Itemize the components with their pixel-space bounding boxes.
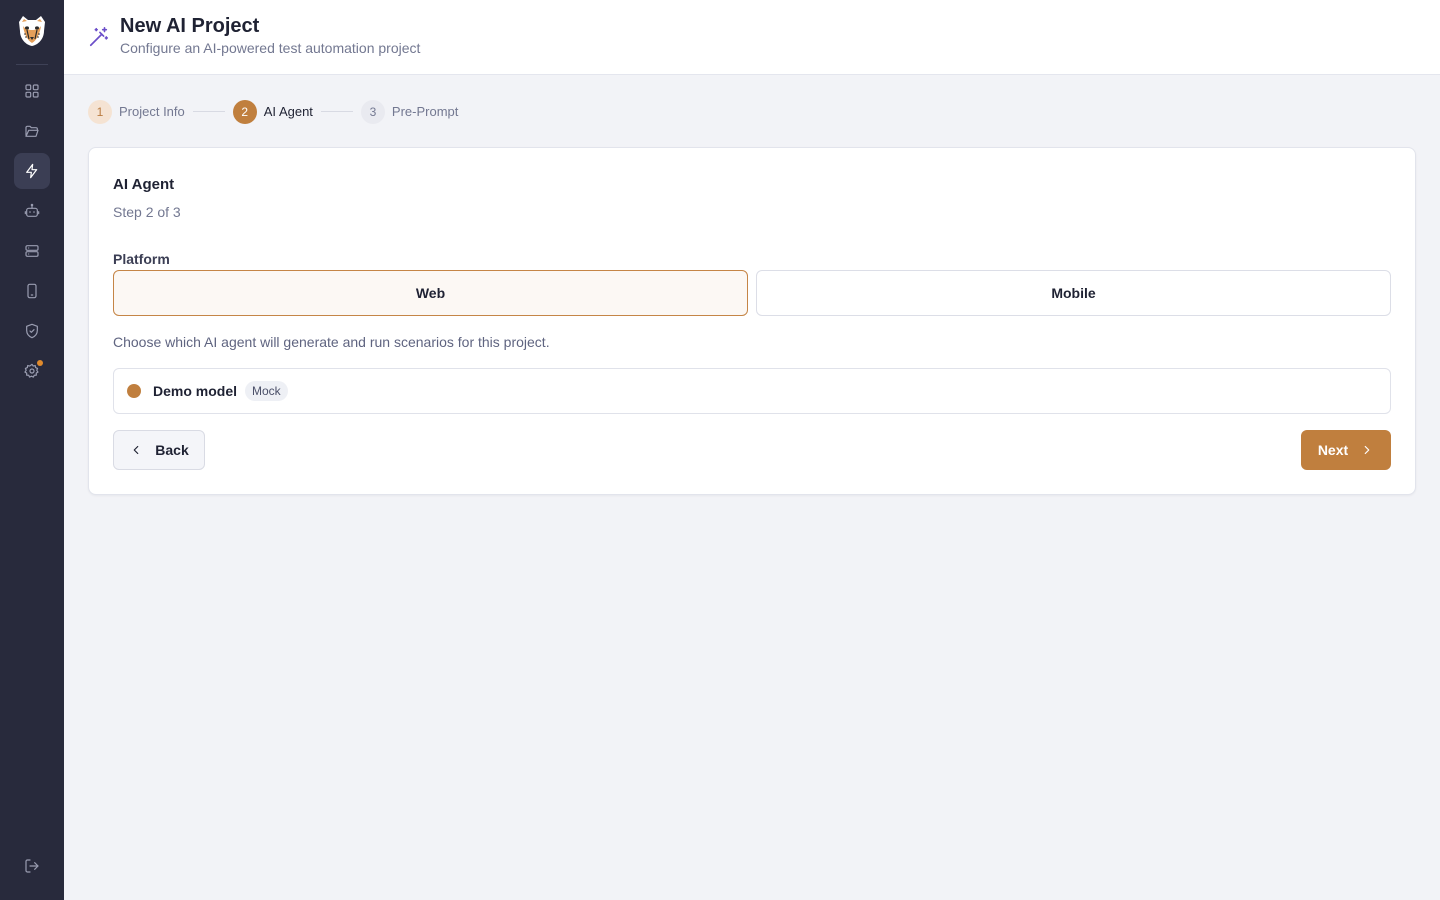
step-number: 1 bbox=[88, 99, 112, 124]
chevron-right-icon bbox=[1360, 443, 1374, 457]
page-title: New AI Project bbox=[120, 15, 260, 37]
sidebar-item-dashboard[interactable] bbox=[14, 73, 50, 109]
agent-option-demo-model[interactable]: Demo model Mock bbox=[113, 368, 1391, 414]
dashboard-icon bbox=[25, 84, 39, 98]
cheetah-logo[interactable] bbox=[14, 13, 50, 49]
step-label: Pre-Prompt bbox=[391, 104, 459, 119]
stepper: 1 Project Info 2 AI Agent 3 Pre-Prompt bbox=[88, 99, 458, 124]
sidebar-item-projects[interactable] bbox=[14, 113, 50, 149]
step-pre-prompt[interactable]: 3 Pre-Prompt bbox=[360, 99, 459, 124]
back-button[interactable]: Back bbox=[113, 430, 205, 470]
server-icon bbox=[25, 245, 39, 257]
ai-agent-card: AI Agent Step 2 of 3 Platform Web Mobile… bbox=[88, 147, 1416, 495]
platform-label: Platform bbox=[113, 251, 170, 267]
platform-mobile-button[interactable]: Mobile bbox=[756, 270, 1391, 316]
sidebar-item-ai-projects[interactable] bbox=[14, 153, 50, 189]
smartphone-icon bbox=[27, 283, 37, 299]
step-number: 2 bbox=[232, 99, 257, 124]
next-button[interactable]: Next bbox=[1301, 430, 1391, 470]
agent-badge: Mock bbox=[245, 381, 288, 401]
notification-dot bbox=[37, 360, 43, 366]
step-project-info[interactable]: 1 Project Info bbox=[88, 99, 185, 124]
step-label: AI Agent bbox=[263, 104, 313, 119]
agent-radio-indicator bbox=[127, 384, 141, 398]
step-connector bbox=[320, 111, 353, 112]
card-title: AI Agent bbox=[113, 176, 175, 193]
chevron-left-icon bbox=[129, 443, 143, 457]
step-label: Project Info bbox=[119, 104, 185, 119]
step-ai-agent[interactable]: 2 AI Agent bbox=[232, 99, 313, 124]
robot-icon bbox=[24, 203, 40, 217]
sidebar-item-security[interactable] bbox=[14, 313, 50, 349]
sidebar bbox=[0, 0, 64, 900]
sidebar-item-devices[interactable] bbox=[14, 273, 50, 309]
step-number: 3 bbox=[360, 99, 385, 124]
step-indicator: Step 2 of 3 bbox=[113, 204, 181, 220]
back-label: Back bbox=[155, 442, 189, 458]
sidebar-item-agents[interactable] bbox=[14, 193, 50, 229]
agent-name: Demo model bbox=[153, 383, 238, 399]
logout-icon bbox=[25, 859, 39, 873]
sidebar-item-servers[interactable] bbox=[14, 233, 50, 269]
agent-helper-text: Choose which AI agent will generate and … bbox=[113, 334, 550, 350]
page-header: New AI Project Configure an AI-powered t… bbox=[64, 0, 1440, 75]
page-subtitle: Configure an AI-powered test automation … bbox=[120, 40, 421, 56]
sidebar-item-settings[interactable] bbox=[14, 353, 50, 389]
sidebar-logout[interactable] bbox=[14, 848, 50, 884]
folder-icon bbox=[25, 125, 39, 137]
magic-wand-icon bbox=[88, 26, 110, 48]
platform-web-button[interactable]: Web bbox=[113, 270, 748, 316]
next-label: Next bbox=[1317, 442, 1349, 458]
lightning-icon bbox=[26, 163, 38, 179]
shield-check-icon bbox=[26, 323, 38, 339]
step-connector bbox=[192, 111, 225, 112]
sidebar-divider bbox=[16, 64, 48, 65]
